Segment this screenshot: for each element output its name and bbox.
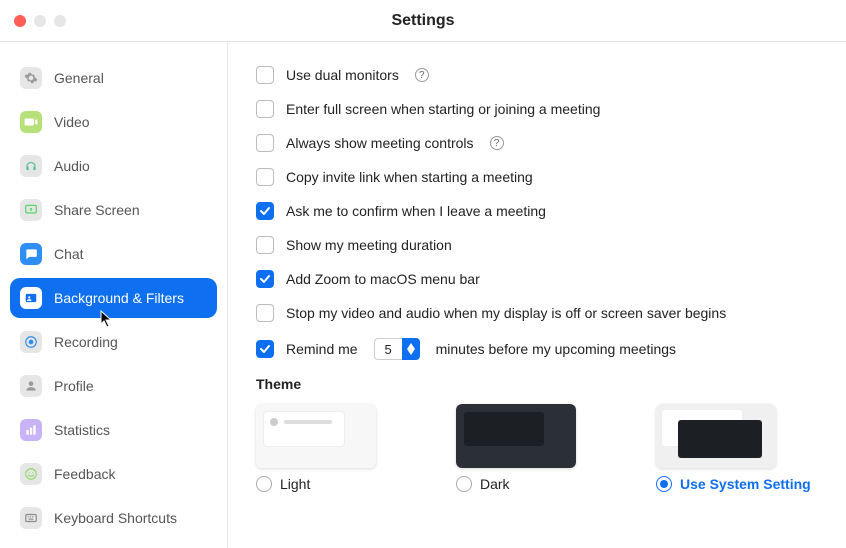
sidebar-item-label: Chat [54, 246, 84, 262]
sidebar-item-general[interactable]: General [10, 58, 217, 98]
theme-radio-system[interactable] [656, 476, 672, 492]
theme-heading: Theme [256, 376, 818, 392]
theme-preview-light[interactable] [256, 404, 376, 468]
theme-options: Light Dark Use System Setting [256, 404, 818, 492]
sidebar-item-label: Statistics [54, 422, 110, 438]
checkbox-full-screen[interactable] [256, 100, 274, 118]
window-title: Settings [0, 12, 846, 30]
checkbox-dual-monitors[interactable] [256, 66, 274, 84]
option-remind-me: Remind me 5 minutes before my upcoming m… [256, 338, 818, 360]
share-screen-icon [20, 199, 42, 221]
theme-preview-system[interactable] [656, 404, 776, 468]
remind-me-prefix: Remind me [286, 341, 358, 357]
option-stop-on-sleep: Stop my video and audio when my display … [256, 304, 818, 322]
theme-label: Use System Setting [680, 476, 811, 492]
theme-radio-dark[interactable] [456, 476, 472, 492]
sidebar-item-chat[interactable]: Chat [10, 234, 217, 274]
sidebar-item-label: Profile [54, 378, 94, 394]
option-copy-invite: Copy invite link when starting a meeting [256, 168, 818, 186]
sidebar: General Video Audio Share Screen Chat Backgro… [0, 42, 228, 548]
help-icon[interactable]: ? [490, 136, 504, 150]
sidebar-item-label: Keyboard Shortcuts [54, 510, 177, 526]
profile-icon [20, 375, 42, 397]
option-full-screen: Enter full screen when starting or joini… [256, 100, 818, 118]
sidebar-item-share-screen[interactable]: Share Screen [10, 190, 217, 230]
chat-icon [20, 243, 42, 265]
checkbox-confirm-leave[interactable] [256, 202, 274, 220]
option-label: Stop my video and audio when my display … [286, 305, 726, 321]
option-label: Enter full screen when starting or joini… [286, 101, 600, 117]
option-label: Add Zoom to macOS menu bar [286, 271, 480, 287]
remind-me-suffix: minutes before my upcoming meetings [436, 341, 676, 357]
sidebar-item-video[interactable]: Video [10, 102, 217, 142]
sidebar-item-label: Feedback [54, 466, 115, 482]
option-confirm-leave: Ask me to confirm when I leave a meeting [256, 202, 818, 220]
sidebar-item-background-filters[interactable]: Background & Filters [10, 278, 217, 318]
sidebar-item-label: Video [54, 114, 90, 130]
theme-option-light[interactable]: Light [256, 404, 416, 492]
person-card-icon [20, 287, 42, 309]
record-icon [20, 331, 42, 353]
sidebar-item-keyboard-shortcuts[interactable]: Keyboard Shortcuts [10, 498, 217, 538]
option-label: Use dual monitors [286, 67, 399, 83]
theme-label: Dark [480, 476, 510, 492]
sidebar-item-label: Share Screen [54, 202, 140, 218]
stepper-arrows-icon[interactable] [402, 338, 420, 360]
gear-icon [20, 67, 42, 89]
checkbox-stop-on-sleep[interactable] [256, 304, 274, 322]
theme-option-system[interactable]: Use System Setting [656, 404, 816, 492]
option-label: Copy invite link when starting a meeting [286, 169, 533, 185]
theme-option-dark[interactable]: Dark [456, 404, 616, 492]
sidebar-item-label: Recording [54, 334, 118, 350]
checkbox-always-controls[interactable] [256, 134, 274, 152]
remind-minutes-value: 5 [374, 338, 402, 360]
checkbox-show-duration[interactable] [256, 236, 274, 254]
help-icon[interactable]: ? [415, 68, 429, 82]
main-panel: Use dual monitors? Enter full screen when… [228, 42, 846, 548]
stats-icon [20, 419, 42, 441]
sidebar-item-audio[interactable]: Audio [10, 146, 217, 186]
checkbox-copy-invite[interactable] [256, 168, 274, 186]
theme-preview-dark[interactable] [456, 404, 576, 468]
sidebar-item-statistics[interactable]: Statistics [10, 410, 217, 450]
option-dual-monitors: Use dual monitors? [256, 66, 818, 84]
remind-minutes-stepper[interactable]: 5 [374, 338, 420, 360]
sidebar-item-label: Audio [54, 158, 90, 174]
theme-radio-light[interactable] [256, 476, 272, 492]
theme-label: Light [280, 476, 310, 492]
sidebar-item-label: Background & Filters [54, 290, 184, 306]
headphones-icon [20, 155, 42, 177]
option-show-duration: Show my meeting duration [256, 236, 818, 254]
option-label: Always show meeting controls [286, 135, 474, 151]
keyboard-icon [20, 507, 42, 529]
sidebar-item-feedback[interactable]: Feedback [10, 454, 217, 494]
sidebar-item-profile[interactable]: Profile [10, 366, 217, 406]
option-always-controls: Always show meeting controls? [256, 134, 818, 152]
sidebar-item-label: General [54, 70, 104, 86]
remind-me-checkbox[interactable] [256, 340, 274, 358]
option-label: Ask me to confirm when I leave a meeting [286, 203, 546, 219]
smile-icon [20, 463, 42, 485]
checkbox-menu-bar[interactable] [256, 270, 274, 288]
option-label: Show my meeting duration [286, 237, 452, 253]
option-menu-bar: Add Zoom to macOS menu bar [256, 270, 818, 288]
titlebar: Settings [0, 0, 846, 42]
sidebar-item-recording[interactable]: Recording [10, 322, 217, 362]
video-icon [20, 111, 42, 133]
